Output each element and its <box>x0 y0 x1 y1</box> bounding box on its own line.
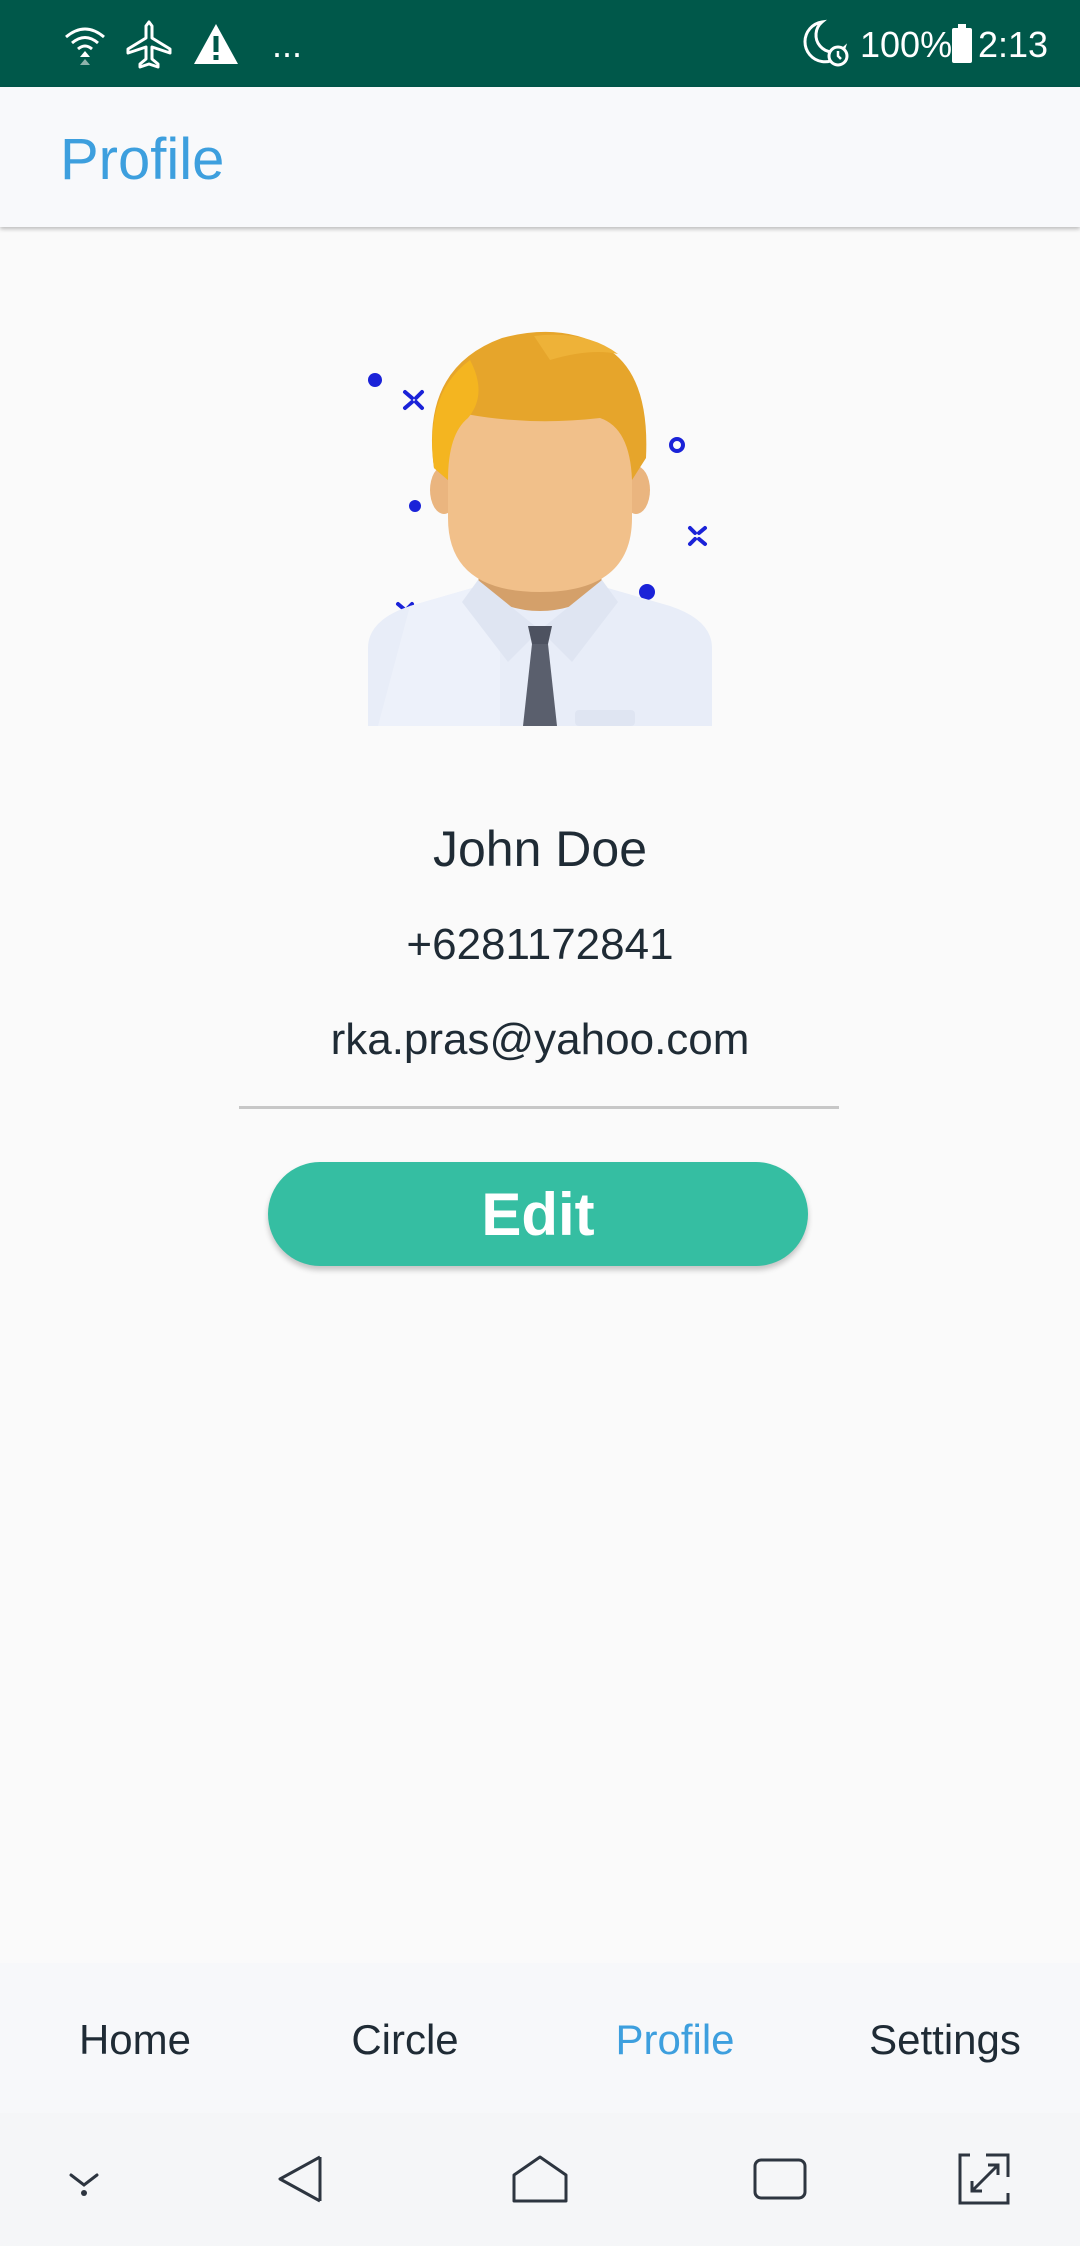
battery-percent: 100% <box>860 24 953 65</box>
nav-item-profile[interactable]: Profile <box>540 1963 810 2113</box>
home-icon[interactable] <box>508 2147 572 2211</box>
bottom-nav: Home Circle Profile Settings <box>0 1963 1080 2113</box>
airplane-icon <box>124 18 174 70</box>
moon-alarm-icon <box>800 18 856 70</box>
nav-item-circle[interactable]: Circle <box>270 1963 540 2113</box>
profile-phone: +6281172841 <box>406 920 674 969</box>
back-icon[interactable] <box>268 2147 332 2211</box>
edit-button[interactable]: Edit <box>268 1162 808 1266</box>
status-overflow: ... <box>272 24 303 65</box>
profile-email: rka.pras@yahoo.com <box>330 1015 750 1064</box>
profile-name: John Doe <box>432 821 648 877</box>
divider <box>239 1106 839 1109</box>
page-title: Profile <box>60 127 225 192</box>
battery-icon <box>951 18 973 70</box>
screenshot-icon[interactable] <box>952 2147 1016 2211</box>
clock: 2:13 <box>978 24 1049 65</box>
recents-icon[interactable] <box>748 2147 812 2211</box>
system-nav-bar <box>0 2113 1080 2246</box>
wifi-icon <box>62 18 108 70</box>
warning-icon <box>192 18 240 70</box>
nav-item-settings[interactable]: Settings <box>810 1963 1080 2113</box>
nav-item-home[interactable]: Home <box>0 1963 270 2113</box>
collapse-icon[interactable] <box>52 2147 116 2211</box>
app-bar: Profile <box>0 87 1080 227</box>
status-bar: ... 100% 2:13 <box>0 0 1080 87</box>
avatar <box>350 330 730 730</box>
